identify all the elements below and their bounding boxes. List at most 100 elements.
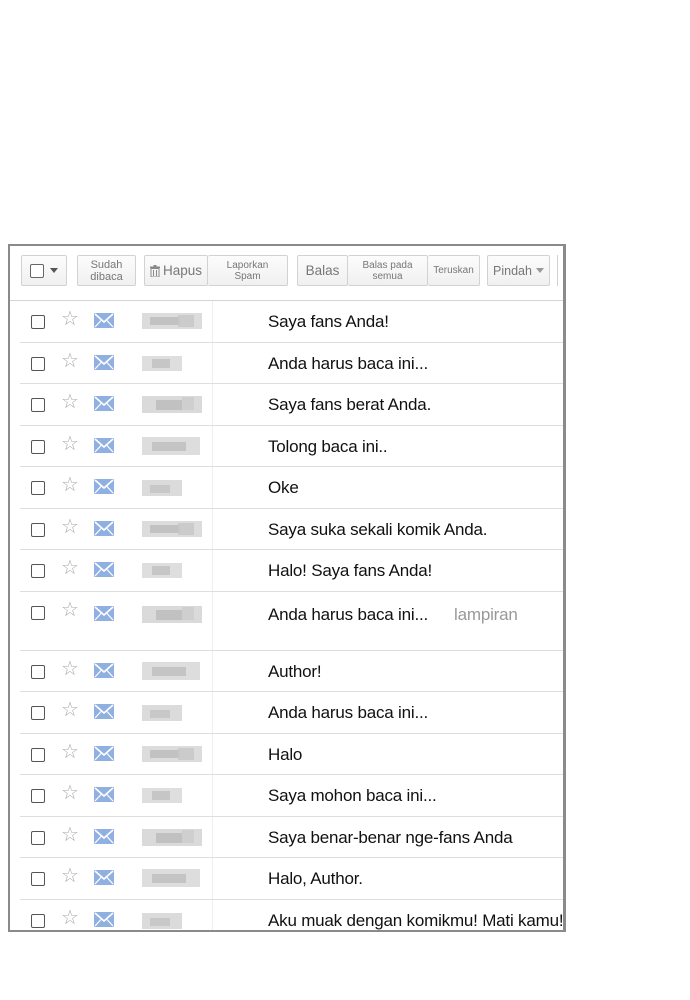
column-divider: [212, 733, 213, 774]
envelope-icon: [94, 704, 114, 719]
star-icon[interactable]: ☆: [61, 309, 79, 329]
star-icon[interactable]: ☆: [61, 783, 79, 803]
subject-text: Halo: [268, 744, 303, 764]
email-subject: Saya mohon baca ini...: [268, 786, 437, 806]
sender-name-redacted: [142, 519, 202, 539]
row-checkbox[interactable]: [31, 913, 45, 928]
email-row[interactable]: ☆ Anda harus baca ini...: [20, 692, 563, 734]
envelope-icon: [94, 911, 114, 927]
email-row[interactable]: ☆ Tolong baca ini..: [20, 425, 563, 467]
sender-name-redacted: [142, 560, 202, 580]
sender-name-redacted: [142, 785, 202, 805]
email-row[interactable]: ☆ Halo! Saya fans Anda!: [20, 550, 563, 592]
envelope-icon: [94, 562, 114, 577]
subject-text: Aku muak dengan komikmu! Mati kamu!: [268, 910, 564, 930]
column-divider: [212, 816, 213, 857]
email-row[interactable]: ☆ Halo: [20, 733, 563, 775]
email-row[interactable]: ☆ Halo, Author.: [20, 858, 563, 900]
subject-text: Tolong baca ini..: [268, 436, 388, 456]
envelope-icon: [94, 313, 114, 328]
email-subject: Anda harus baca ini... lampiran: [268, 605, 518, 625]
envelope-icon: [94, 520, 114, 536]
envelope-icon: [94, 745, 114, 761]
column-divider: [212, 301, 213, 342]
envelope-icon: [94, 605, 114, 621]
subject-text: Saya fans berat Anda.: [268, 395, 432, 414]
star-icon[interactable]: ☆: [61, 351, 79, 371]
email-subject: Saya fans berat Anda.: [268, 395, 431, 415]
envelope-icon: [94, 870, 114, 885]
chevron-down-icon: [50, 268, 58, 273]
row-checkbox[interactable]: [31, 315, 45, 329]
move-dropdown[interactable]: Pindah: [487, 255, 550, 286]
email-row[interactable]: ☆ Aku muak dengan komikmu! Mati kamu!: [20, 899, 564, 930]
star-icon[interactable]: ☆: [61, 825, 79, 845]
row-checkbox[interactable]: [31, 605, 45, 620]
envelope-icon: [94, 479, 114, 494]
email-row[interactable]: ☆ Anda harus baca ini...: [20, 342, 563, 384]
star-icon[interactable]: ☆: [61, 600, 79, 620]
email-row[interactable]: ☆ Anda harus baca ini... lampiran: [20, 591, 563, 651]
subject-text: Halo, Author.: [268, 869, 363, 888]
row-checkbox[interactable]: [31, 522, 45, 537]
email-subject: Halo: [268, 745, 302, 765]
column-divider: [212, 858, 213, 899]
row-checkbox[interactable]: [31, 872, 45, 886]
email-row[interactable]: ☆ Saya mohon baca ini...: [20, 775, 563, 817]
row-checkbox[interactable]: [31, 356, 45, 371]
email-list-panel: Sudah dibaca Hapus Laporkan Spam Balas B…: [8, 244, 566, 932]
reply-button[interactable]: Balas: [297, 255, 348, 286]
forward-button[interactable]: Teruskan: [428, 255, 480, 286]
delete-button[interactable]: Hapus: [144, 255, 208, 286]
mark-read-button[interactable]: Sudah dibaca: [77, 255, 136, 286]
star-icon[interactable]: ☆: [61, 908, 79, 928]
subject-text: Saya mohon baca ini...: [268, 786, 437, 805]
row-checkbox[interactable]: [31, 830, 45, 845]
row-checkbox[interactable]: [31, 789, 45, 803]
delete-label: Hapus: [162, 262, 203, 278]
toolbar: Sudah dibaca Hapus Laporkan Spam Balas B…: [10, 246, 563, 301]
column-divider: [212, 467, 213, 508]
row-checkbox[interactable]: [31, 664, 45, 679]
sender-name-redacted: [142, 910, 202, 930]
star-icon[interactable]: ☆: [61, 659, 79, 679]
forward-label: Teruskan: [433, 265, 474, 276]
star-icon[interactable]: ☆: [61, 742, 79, 762]
row-checkbox[interactable]: [31, 439, 45, 454]
email-subject: Saya suka sekali komik Anda.: [268, 520, 487, 540]
row-checkbox[interactable]: [31, 706, 45, 720]
report-spam-button[interactable]: Laporkan Spam: [208, 255, 288, 286]
reply-all-label: Balas pada semua: [362, 259, 413, 282]
star-icon[interactable]: ☆: [61, 392, 79, 412]
email-row[interactable]: ☆ Oke: [20, 467, 563, 509]
checkbox-icon: [30, 263, 44, 278]
email-subject: Anda harus baca ini...: [268, 703, 428, 723]
row-checkbox[interactable]: [31, 564, 45, 578]
star-icon[interactable]: ☆: [61, 517, 79, 537]
star-icon[interactable]: ☆: [61, 558, 79, 578]
sender-name-redacted: [142, 477, 202, 497]
star-icon[interactable]: ☆: [61, 866, 79, 886]
reply-all-button[interactable]: Balas pada semua: [348, 255, 428, 286]
row-checkbox[interactable]: [31, 398, 45, 412]
star-icon[interactable]: ☆: [61, 434, 79, 454]
email-row[interactable]: ☆ Saya suka sekali komik Anda.: [20, 508, 563, 550]
email-subject: Oke: [268, 478, 299, 498]
envelope-icon: [94, 787, 114, 802]
row-checkbox[interactable]: [31, 747, 45, 762]
envelope-icon: [94, 662, 114, 678]
email-row[interactable]: ☆ Saya fans Anda!: [20, 301, 563, 343]
email-row[interactable]: ☆ Saya benar-benar nge-fans Anda: [20, 816, 563, 858]
envelope-icon: [94, 437, 114, 453]
subject-text: Author!: [268, 661, 322, 681]
email-row[interactable]: ☆ Saya fans berat Anda.: [20, 384, 563, 426]
chevron-down-icon: [535, 268, 544, 273]
subject-text: Saya benar-benar nge-fans Anda: [268, 827, 513, 847]
email-row[interactable]: ☆ Author!: [20, 650, 563, 692]
select-all-dropdown[interactable]: [21, 255, 67, 286]
star-icon[interactable]: ☆: [61, 475, 79, 495]
column-divider: [212, 425, 213, 466]
row-checkbox[interactable]: [31, 481, 45, 495]
subject-text: Oke: [268, 478, 299, 497]
star-icon[interactable]: ☆: [61, 700, 79, 720]
